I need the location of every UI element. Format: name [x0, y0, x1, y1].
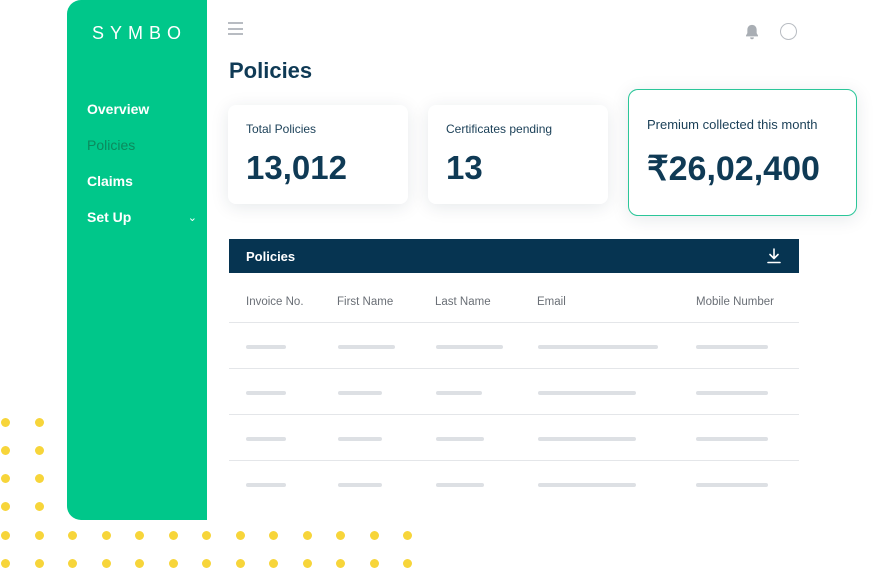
table-body	[229, 323, 799, 507]
table-row[interactable]	[229, 323, 799, 369]
table-column-headers: Invoice No. First Name Last Name Email M…	[229, 273, 799, 323]
stat-value: 13,012	[246, 149, 347, 186]
decorative-dot	[67, 530, 77, 540]
stat-card-premium-collected: Premium collected this month ₹26,02,400	[628, 89, 857, 216]
sidebar: SYMBO Overview Policies Claims Set Up ⌄	[67, 0, 207, 520]
table-row[interactable]	[229, 461, 799, 507]
stat-label: Premium collected this month	[647, 117, 818, 132]
decorative-dot	[0, 445, 10, 455]
placeholder-bar	[338, 483, 382, 487]
decorative-dot	[0, 501, 10, 511]
placeholder-bar	[436, 391, 482, 395]
policies-table: Policies Invoice No. First Name Last Nam…	[229, 239, 799, 507]
placeholder-bar	[436, 483, 484, 487]
placeholder-bar	[696, 437, 768, 441]
table-title: Policies	[246, 249, 296, 264]
decorative-dot	[0, 558, 10, 568]
column-invoice-no[interactable]: Invoice No.	[246, 296, 304, 308]
stat-value: ₹26,02,400	[647, 150, 820, 188]
decorative-dot	[134, 530, 144, 540]
placeholder-bar	[246, 437, 286, 441]
placeholder-bar	[338, 345, 395, 349]
sidebar-item-overview[interactable]: Overview	[87, 101, 197, 117]
column-mobile-number[interactable]: Mobile Number	[696, 296, 774, 308]
stat-card-certificates-pending: Certificates pending 13	[428, 105, 608, 204]
decorative-dot	[67, 558, 77, 568]
decorative-dot	[34, 445, 44, 455]
brand-logo: SYMBO	[92, 23, 188, 43]
download-icon[interactable]	[767, 248, 781, 264]
sidebar-item-policies[interactable]: Policies	[87, 137, 197, 153]
stat-value: 13	[446, 149, 483, 186]
stat-card-total-policies: Total Policies 13,012	[228, 105, 408, 204]
decorative-dot	[0, 530, 10, 540]
decorative-dot	[0, 417, 10, 427]
placeholder-bar	[436, 345, 503, 349]
decorative-dot	[34, 417, 44, 427]
placeholder-bar	[246, 483, 286, 487]
placeholder-bar	[696, 345, 768, 349]
column-last-name[interactable]: Last Name	[435, 296, 491, 308]
main-content: Policies Total Policies 13,012 Certifica…	[207, 0, 887, 569]
sidebar-item-setup[interactable]: Set Up ⌄	[87, 209, 197, 225]
chevron-down-icon: ⌄	[187, 212, 197, 224]
stat-label: Certificates pending	[446, 122, 553, 136]
stat-label: Total Policies	[246, 122, 317, 136]
placeholder-bar	[696, 483, 768, 487]
sidebar-item-claims[interactable]: Claims	[87, 173, 197, 189]
decorative-dot	[34, 473, 44, 483]
decorative-dot	[168, 530, 178, 540]
placeholder-bar	[538, 391, 636, 395]
decorative-dot	[101, 558, 111, 568]
hamburger-icon[interactable]	[228, 22, 243, 35]
avatar-icon[interactable]	[780, 23, 797, 40]
placeholder-bar	[246, 391, 286, 395]
placeholder-bar	[436, 437, 484, 441]
placeholder-bar	[538, 345, 658, 349]
placeholder-bar	[538, 437, 636, 441]
placeholder-bar	[338, 437, 382, 441]
decorative-dot	[134, 558, 144, 568]
table-row[interactable]	[229, 415, 799, 461]
table-header: Policies	[229, 239, 799, 273]
column-email[interactable]: Email	[537, 296, 566, 308]
decorative-dot	[0, 473, 10, 483]
table-row[interactable]	[229, 369, 799, 415]
column-first-name[interactable]: First Name	[337, 296, 393, 308]
decorative-dot	[34, 530, 44, 540]
decorative-dot	[34, 558, 44, 568]
sidebar-item-label: Set Up	[87, 209, 132, 225]
bell-icon[interactable]	[743, 23, 761, 41]
page-title: Policies	[229, 58, 313, 83]
placeholder-bar	[338, 391, 382, 395]
placeholder-bar	[696, 391, 768, 395]
placeholder-bar	[246, 345, 286, 349]
placeholder-bar	[538, 483, 636, 487]
decorative-dot	[34, 501, 44, 511]
decorative-dot	[101, 530, 111, 540]
decorative-dot	[168, 558, 178, 568]
